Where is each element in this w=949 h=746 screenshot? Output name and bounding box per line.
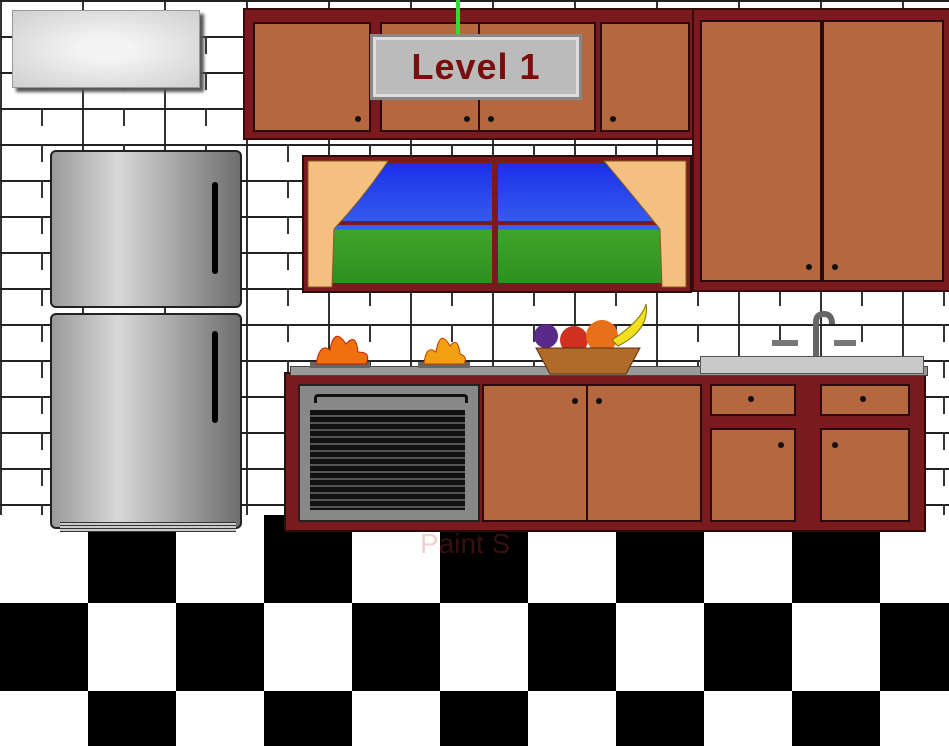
cabinet-door[interactable]: [700, 20, 822, 282]
window: [302, 155, 692, 293]
lower-cabinet-door[interactable]: [820, 428, 910, 522]
fruit-basket[interactable]: [522, 300, 652, 376]
fridge-handle: [212, 182, 218, 274]
light-panel: [12, 10, 200, 88]
cabinet-door[interactable]: [822, 20, 944, 282]
level-sign: Level 1: [370, 34, 582, 100]
burner-fire[interactable]: [300, 322, 480, 372]
fridge-handle: [212, 331, 218, 423]
cabinet-door[interactable]: [600, 22, 690, 132]
drawer[interactable]: [820, 384, 910, 416]
fridge-grille: [60, 522, 236, 532]
lower-cabinet-door[interactable]: [482, 384, 588, 522]
cabinet-door[interactable]: [253, 22, 371, 132]
curtains: [307, 160, 687, 288]
watermark-text: Paint S: [420, 528, 511, 559]
fridge-top-door[interactable]: [50, 150, 242, 308]
fridge-bottom-door[interactable]: [50, 313, 242, 529]
oven-handle: [314, 394, 468, 403]
level-label: Level 1: [411, 46, 541, 87]
drawer[interactable]: [710, 384, 796, 416]
lower-cabinet-door[interactable]: [710, 428, 796, 522]
level-indicator-line: [456, 0, 460, 34]
oven-window: [310, 410, 465, 510]
lower-cabinet-door[interactable]: [586, 384, 702, 522]
faucet-icon[interactable]: [770, 310, 860, 360]
tall-cabinet: [692, 8, 949, 292]
